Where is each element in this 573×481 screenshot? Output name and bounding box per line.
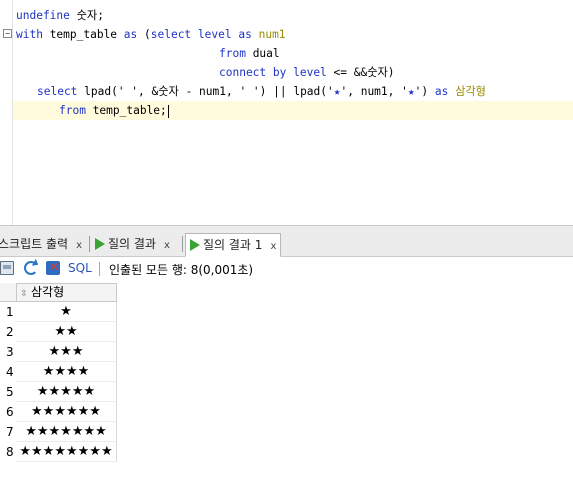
code-text: temp_table (42, 28, 124, 41)
star-literal: ★ (407, 85, 415, 98)
code-text: lpad(' ', &숫자 - num1, ' ') || lpad(' (77, 85, 334, 98)
code-text: ', num1, ' (340, 85, 408, 98)
code-text: dual (245, 47, 280, 60)
table-cell[interactable]: ★★ (16, 322, 117, 342)
keyword: select (150, 28, 192, 41)
tab-divider (89, 236, 90, 252)
row-number: 1 (6, 305, 14, 319)
row-number: 3 (6, 345, 14, 359)
tab-script-output[interactable]: 스크립트 출력 x (0, 233, 86, 255)
column-alias: 삼각형 (455, 85, 486, 98)
sql-editor[interactable]: − undefine 숫자; with temp_table as (selec… (0, 0, 573, 225)
table-row[interactable]: 3 ★★★ (0, 342, 118, 362)
table-cell[interactable]: ★★★★ (16, 362, 117, 382)
print-icon[interactable] (0, 261, 14, 275)
column-header-label: 삼각형 (31, 285, 65, 299)
fetch-status: 인출된 모든 행: 8(0,001초) (109, 263, 254, 277)
result-toolbar: SQL 인출된 모든 행: 8(0,001초) (0, 257, 573, 281)
sort-icon[interactable]: ⇳ (19, 286, 29, 303)
table-cell[interactable]: ★★★★★★★ (16, 422, 117, 442)
keyword: undefine (16, 9, 70, 22)
row-number: 5 (6, 385, 14, 399)
table-row[interactable]: 5 ★★★★★ (0, 382, 118, 402)
tab-label: 질의 결과 1 (203, 238, 263, 252)
code-text: 숫자; (69, 9, 104, 22)
keyword: as (123, 28, 138, 41)
close-icon[interactable]: x (164, 240, 170, 251)
table-row[interactable]: 1 ★ (0, 302, 118, 322)
row-number: 8 (6, 445, 14, 459)
table-cell[interactable]: ★ (16, 302, 117, 322)
keyword: from (219, 47, 246, 60)
row-number-header (0, 283, 16, 302)
close-icon[interactable]: x (270, 241, 276, 252)
result-tabbar: 스크립트 출력 x 질의 결과 x 질의 결과 1 x (0, 230, 573, 257)
table-cell[interactable]: ★★★ (16, 342, 117, 362)
keyword: select (37, 85, 78, 98)
text-caret (167, 104, 169, 118)
table-row[interactable]: 2 ★★ (0, 322, 118, 342)
tab-label: 질의 결과 (108, 237, 156, 251)
code-line-2[interactable]: with temp_table as (select level as num1 (16, 25, 286, 44)
tab-query-result[interactable]: 질의 결과 x (91, 233, 174, 255)
editor-gutter: − (0, 0, 13, 225)
code-line-6[interactable]: from temp_table; (13, 101, 573, 120)
column-alias: num1 (258, 28, 286, 41)
toolbar-divider (99, 262, 100, 276)
keyword: as (238, 28, 252, 41)
table-cell[interactable]: ★★★★★★ (16, 402, 117, 422)
keyword: level (197, 28, 232, 41)
keyword: with (16, 28, 43, 41)
code-line-3[interactable]: from dual (219, 44, 280, 63)
keyword: as (434, 85, 449, 98)
tab-query-result-1[interactable]: 질의 결과 1 x (185, 233, 282, 257)
table-row[interactable]: 6 ★★★★★★ (0, 402, 118, 422)
table-cell[interactable]: ★★★★★★★★ (16, 442, 117, 462)
run-icon (95, 238, 105, 250)
code-text: ') (414, 85, 435, 98)
code-line-1[interactable]: undefine 숫자; (16, 6, 104, 25)
column-header[interactable]: ⇳ 삼각형 (16, 283, 117, 302)
refresh-icon[interactable] (24, 261, 38, 275)
table-cell[interactable]: ★★★★★ (16, 382, 117, 402)
table-row[interactable]: 8 ★★★★★★★★ (0, 442, 118, 462)
code-text: <= &&숫자) (326, 66, 395, 79)
tab-divider (182, 236, 183, 252)
run-icon (190, 239, 200, 251)
tab-label: 스크립트 출력 (0, 237, 69, 251)
fold-toggle-icon[interactable]: − (3, 29, 12, 38)
code-line-5[interactable]: select lpad(' ', &숫자 - num1, ' ') || lpa… (37, 82, 486, 101)
code-text: ( (137, 28, 151, 41)
table-row[interactable]: 4 ★★★★ (0, 362, 118, 382)
keyword: connect by (219, 66, 287, 79)
keyword: level (293, 66, 327, 79)
row-number: 4 (6, 365, 14, 379)
sql-button[interactable]: SQL (68, 261, 92, 275)
row-number: 6 (6, 405, 14, 419)
result-grid[interactable]: ⇳ 삼각형 1 ★ 2 ★★ 3 ★★★ 4 ★★★★ 5 ★★★★★ 6 ★★★… (0, 283, 573, 481)
table-row[interactable]: 7 ★★★★★★★ (0, 422, 118, 442)
row-number: 7 (6, 425, 14, 439)
cancel-fetch-icon[interactable] (46, 260, 60, 275)
row-number: 2 (6, 325, 14, 339)
code-text: temp_table; (85, 104, 167, 117)
star-literal: ★ (333, 85, 341, 98)
code-line-4[interactable]: connect by level <= &&숫자) (219, 63, 395, 82)
keyword: from (59, 104, 86, 117)
close-icon[interactable]: x (76, 240, 82, 251)
